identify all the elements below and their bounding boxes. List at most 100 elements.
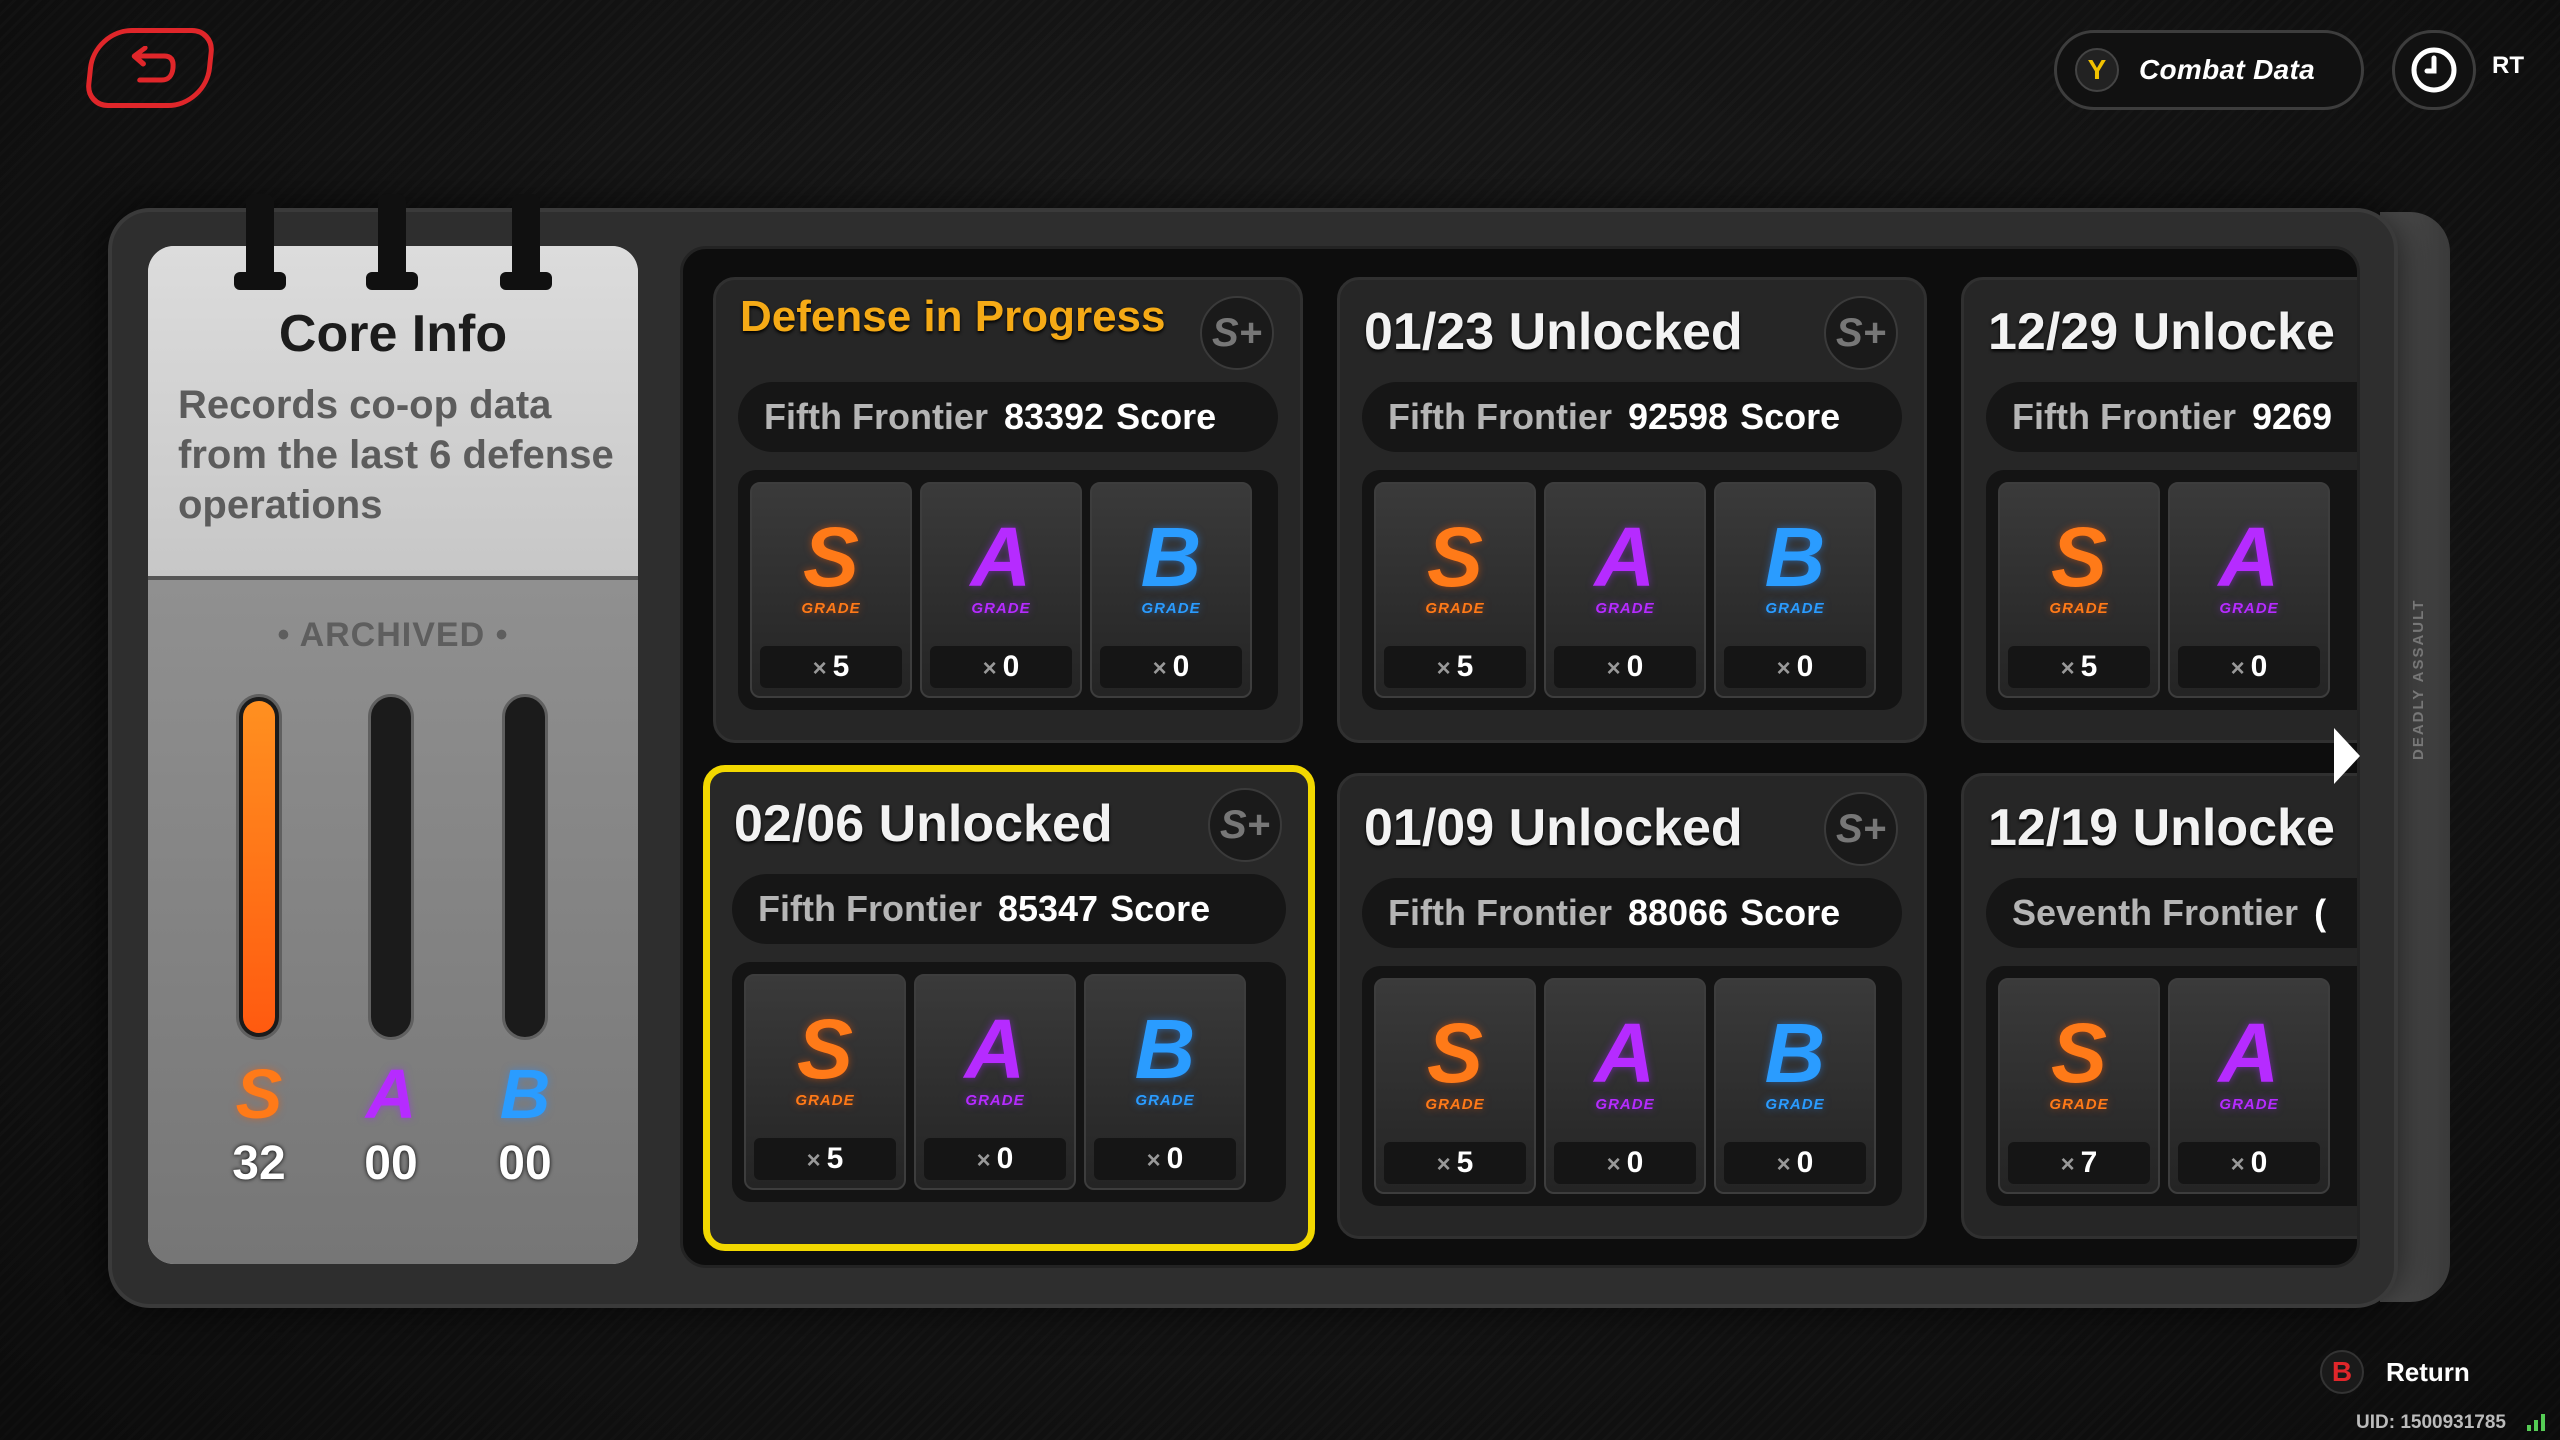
- record-title: 01/23 Unlocked: [1364, 303, 1743, 361]
- grade-tile-b: B GRADE × 0: [1084, 974, 1246, 1190]
- grade-b-icon: B: [1764, 510, 1826, 604]
- clock-icon: [2411, 47, 2457, 93]
- record-card[interactable]: 12/29 Unlocke Fifth Frontier 9269 S GRADE × 5 A…: [1961, 277, 2357, 743]
- score-unit: Score: [1740, 892, 1841, 933]
- grade-a-icon: A: [1594, 1006, 1656, 1100]
- grade-tile-a: A GRADE × 0: [914, 974, 1076, 1190]
- frontier-name: Fifth Frontier: [2012, 396, 2236, 437]
- grade-sub-label: GRADE: [1141, 600, 1201, 617]
- archived-bar-fill: [243, 701, 275, 1033]
- rank-s-plus-icon: S+: [1200, 296, 1274, 370]
- grade-tile-s: S GRADE × 5: [750, 482, 912, 698]
- grade-sub-label: GRADE: [2049, 600, 2109, 617]
- grade-a-icon: A: [2218, 1006, 2280, 1100]
- grade-tiles: S GRADE × 7 A GRADE × 0: [1986, 966, 2357, 1206]
- frontier-name: Fifth Frontier: [1388, 892, 1612, 933]
- score-value: 83392: [1003, 396, 1105, 437]
- record-title: 02/06 Unlocked: [734, 795, 1113, 853]
- grade-count: × 0: [924, 1138, 1066, 1180]
- grade-sub-label: GRADE: [2219, 1096, 2279, 1113]
- grade-tile-s: S GRADE × 7: [1998, 978, 2160, 1194]
- frontier-name: Fifth Frontier: [758, 888, 982, 929]
- grade-s-icon: S: [1426, 510, 1484, 604]
- grade-b-icon: B: [1134, 1002, 1196, 1096]
- grade-count: × 0: [930, 646, 1072, 688]
- grade-count: × 0: [2178, 646, 2320, 688]
- archived-label: • ARCHIVED •: [277, 616, 509, 654]
- core-info-description: Records co-op data from the last 6 defen…: [178, 383, 614, 527]
- archived-bar-s: [236, 694, 282, 1040]
- rt-button-hint: RT: [2492, 52, 2524, 79]
- grade-tile-b: B GRADE × 0: [1714, 482, 1876, 698]
- grade-count: × 0: [1724, 1142, 1866, 1184]
- grade-b-icon: B: [1140, 510, 1202, 604]
- record-card[interactable]: 01/09 Unlocked S+ Fifth Frontier 88066 Score…: [1337, 773, 1927, 1239]
- frontier-name: Fifth Frontier: [1388, 396, 1612, 437]
- record-score-bar: Seventh Frontier (: [1986, 878, 2357, 948]
- grade-count: × 0: [1554, 646, 1696, 688]
- archived-count-b: 00: [498, 1137, 552, 1190]
- score-value: 85347: [997, 888, 1099, 929]
- combat-data-button[interactable]: Y Combat Data: [2054, 30, 2364, 110]
- archived-count-a: 00: [364, 1137, 418, 1190]
- record-card[interactable]: Defense in Progress S+ Fifth Frontier 83392…: [713, 277, 1303, 743]
- grade-tiles: S GRADE × 5 A GRADE × 0 B GRADE × 0: [732, 962, 1286, 1202]
- back-button[interactable]: [83, 28, 217, 108]
- grade-count: × 0: [2178, 1142, 2320, 1184]
- score-value: 92598: [1627, 396, 1729, 437]
- record-score-bar: Fifth Frontier 85347 Score: [732, 874, 1286, 944]
- grade-a-icon: A: [964, 1002, 1026, 1096]
- grade-count: × 0: [1100, 646, 1242, 688]
- record-card[interactable]: 01/23 Unlocked S+ Fifth Frontier 92598 Score…: [1337, 277, 1927, 743]
- archived-bar-b: [502, 694, 548, 1040]
- grade-s-icon: S: [1426, 1006, 1484, 1100]
- grade-sub-label: GRADE: [2049, 1096, 2109, 1113]
- record-card[interactable]: 12/19 Unlocke Seventh Frontier(S GRADE × 7 A G…: [1961, 773, 2357, 1239]
- binder-ring: [234, 194, 286, 290]
- grade-count: × 0: [1554, 1142, 1696, 1184]
- grade-tiles: S GRADE × 5 A GRADE × 0 B GRADE × 0: [1362, 470, 1902, 710]
- rank-s-plus-icon: S+: [1824, 296, 1898, 370]
- record-title: 12/19 Unlocke: [1988, 799, 2335, 857]
- grade-s-icon: S: [2050, 1006, 2108, 1100]
- grade-tiles: S GRADE × 5 A GRADE × 0 B GRADE × 0: [1362, 966, 1902, 1206]
- grade-a-icon: A: [970, 510, 1032, 604]
- grade-s-icon: S: [796, 1002, 854, 1096]
- grade-sub-label: GRADE: [795, 1092, 855, 1109]
- grade-sub-label: GRADE: [1765, 1096, 1825, 1113]
- grade-tile-s: S GRADE × 5: [744, 974, 906, 1190]
- rank-s-plus-icon: S+: [1824, 792, 1898, 866]
- timer-button[interactable]: [2392, 30, 2476, 110]
- grade-sub-label: GRADE: [971, 600, 1031, 617]
- binder-ring: [366, 194, 418, 290]
- record-score-bar: Fifth Frontier 88066 Score: [1362, 878, 1902, 948]
- record-score-bar: Fifth Frontier 9269: [1986, 382, 2357, 452]
- return-label: Return: [2386, 1356, 2470, 1387]
- grade-b-icon: B: [1764, 1006, 1826, 1100]
- record-card[interactable]: 02/06 Unlocked S+ Fifth Frontier 85347 Score…: [703, 765, 1315, 1251]
- archived-grade-s-icon: S: [235, 1055, 283, 1133]
- frontier-name: Fifth Frontier: [764, 396, 988, 437]
- grade-tiles: S GRADE × 5 A GRADE × 0: [1986, 470, 2357, 710]
- grade-count: × 0: [1094, 1138, 1236, 1180]
- grade-tile-a: A GRADE × 0: [1544, 482, 1706, 698]
- grade-tile-s: S GRADE × 5: [1374, 482, 1536, 698]
- grade-count: × 7: [2008, 1142, 2150, 1184]
- uid-label: UID: 1500931785: [2356, 1412, 2506, 1433]
- archived-grade-a-icon: A: [365, 1055, 417, 1133]
- score-value: 9269: [2251, 396, 2333, 437]
- record-title: 01/09 Unlocked: [1364, 799, 1743, 857]
- grade-s-icon: S: [802, 510, 860, 604]
- grade-sub-label: GRADE: [2219, 600, 2279, 617]
- core-info-title: Core Info: [278, 305, 508, 363]
- grade-tile-s: S GRADE × 5: [1998, 482, 2160, 698]
- return-button[interactable]: B Return: [2320, 1350, 2470, 1394]
- next-page-arrow-icon[interactable]: [2334, 728, 2360, 784]
- grade-count: × 0: [1724, 646, 1866, 688]
- signal-icon: [2527, 1414, 2545, 1431]
- return-arrow-icon: [131, 46, 176, 83]
- grade-tile-s: S GRADE × 5: [1374, 978, 1536, 1194]
- record-score-bar: Fifth Frontier 83392 Score: [738, 382, 1278, 452]
- grade-count: × 5: [760, 646, 902, 688]
- grade-s-icon: S: [2050, 510, 2108, 604]
